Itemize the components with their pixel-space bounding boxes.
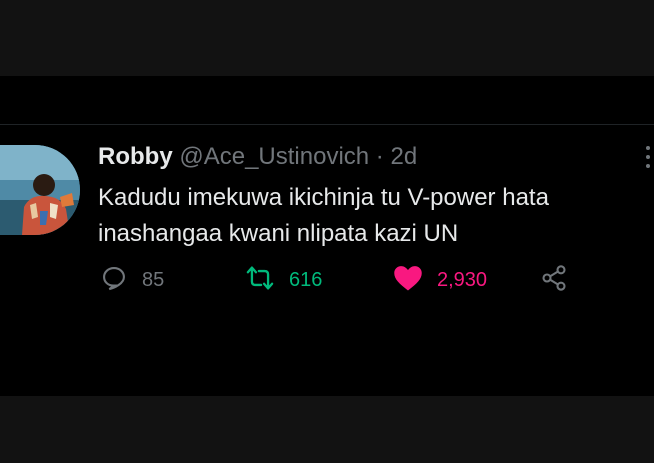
reply-count: 85 <box>142 268 165 291</box>
tweet-text: Kadudu imekuwa ikichinja tu V-power hata… <box>98 184 549 247</box>
like-button[interactable]: 2,930 <box>393 265 487 295</box>
retweet-button[interactable]: 616 <box>245 265 322 295</box>
like-count: 2,930 <box>437 268 488 291</box>
bottom-band <box>0 396 654 463</box>
separator-dot: · <box>375 143 384 170</box>
timestamp[interactable]: 2d <box>390 143 417 170</box>
reply-button[interactable]: 85 <box>100 265 164 295</box>
author-handle[interactable]: @Ace_Ustinovich <box>179 143 369 170</box>
avatar[interactable] <box>0 145 80 235</box>
retweet-count: 616 <box>289 268 323 291</box>
author-name[interactable]: Robby <box>98 143 173 170</box>
tweet-header: Robby @Ace_Ustinovich · 2d <box>98 143 417 171</box>
screenshot: Robby @Ace_Ustinovich · 2d Kadudu imekuw… <box>0 0 654 463</box>
heart-icon <box>393 264 423 297</box>
action-bar: 85 616 2,930 <box>100 264 640 297</box>
tweet-card[interactable]: Robby @Ace_Ustinovich · 2d Kadudu imekuw… <box>0 125 654 396</box>
share-button[interactable] <box>540 264 568 297</box>
retweet-icon <box>245 264 275 297</box>
more-icon[interactable] <box>643 143 654 173</box>
reply-icon <box>100 264 128 297</box>
top-band <box>0 0 654 76</box>
share-icon <box>540 264 568 297</box>
